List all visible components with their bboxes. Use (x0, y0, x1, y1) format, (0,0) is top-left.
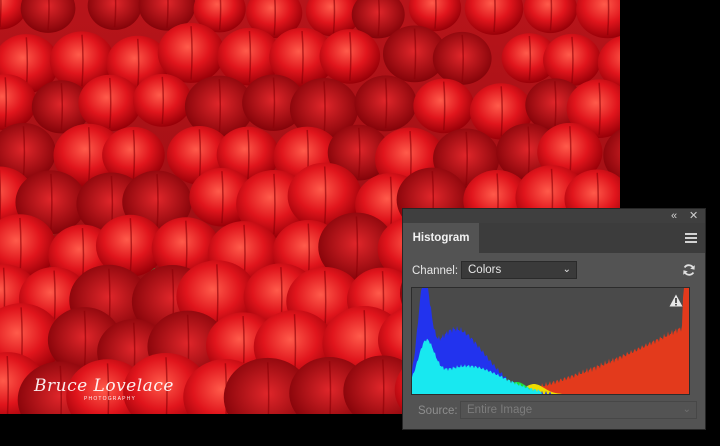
warning-icon[interactable] (669, 294, 683, 307)
channel-select[interactable]: Colors ⌄ (461, 261, 577, 279)
source-label: Source: (418, 405, 458, 417)
photographer-watermark: Bruce Lovelace PHOTOGRAPHY (34, 376, 174, 402)
panel-menu-icon[interactable] (685, 233, 697, 243)
chevron-down-icon: ⌄ (562, 264, 571, 275)
refresh-icon[interactable] (682, 263, 696, 277)
source-select-value: Entire Image (467, 404, 533, 416)
watermark-name: Bruce Lovelace (34, 376, 174, 396)
channel-label: Channel: (412, 265, 459, 277)
histogram-panel: « ✕ Histogram Channel: Colors ⌄ Source: … (402, 208, 706, 430)
collapse-icon[interactable]: « (671, 209, 677, 223)
panel-tab-bar: Histogram (403, 223, 705, 253)
panel-title-bar[interactable]: « ✕ (403, 209, 705, 223)
chevron-down-icon: ⌄ (682, 404, 691, 415)
close-icon[interactable]: ✕ (689, 209, 698, 223)
histogram-graph (411, 287, 690, 395)
channel-select-value: Colors (468, 264, 502, 276)
watermark-subtitle: PHOTOGRAPHY (84, 396, 137, 402)
tab-histogram[interactable]: Histogram (403, 223, 479, 253)
source-select[interactable]: Entire Image ⌄ (460, 401, 697, 419)
histogram-plot (412, 288, 689, 394)
